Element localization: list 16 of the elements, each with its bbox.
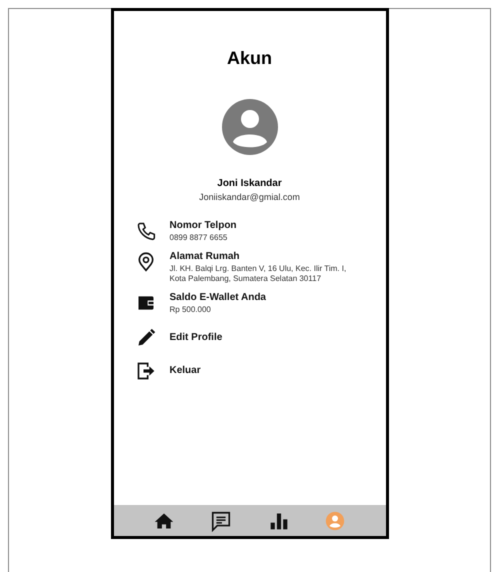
detail-value: Rp 500.000	[170, 305, 212, 315]
detail-value: 0899 8877 6655	[170, 233, 228, 243]
edit-profile-button[interactable]: Edit Profile	[170, 332, 222, 343]
logout-button[interactable]: Keluar	[170, 365, 201, 376]
detail-label: Saldo E-Wallet Anda	[170, 292, 266, 303]
page-title: Akun	[227, 48, 272, 69]
user-name: Joni Iskandar	[217, 178, 282, 189]
detail-label: Nomor Telpon	[170, 220, 237, 231]
avatar-icon	[222, 99, 278, 155]
logout-icon	[136, 361, 156, 381]
detail-value: Jl. KH. Balqi Lrg. Banten V, 16 Ulu, Kec. Ilir Tim. I, Kota Palembang, Sumatera Selatan 30117	[170, 264, 346, 284]
pencil-icon	[136, 328, 156, 348]
phone-icon	[136, 221, 156, 241]
detail-label: Alamat Rumah	[170, 251, 241, 262]
user-email: Joniiskandar@gmial.com	[199, 192, 300, 202]
location-pin-icon	[136, 252, 156, 272]
